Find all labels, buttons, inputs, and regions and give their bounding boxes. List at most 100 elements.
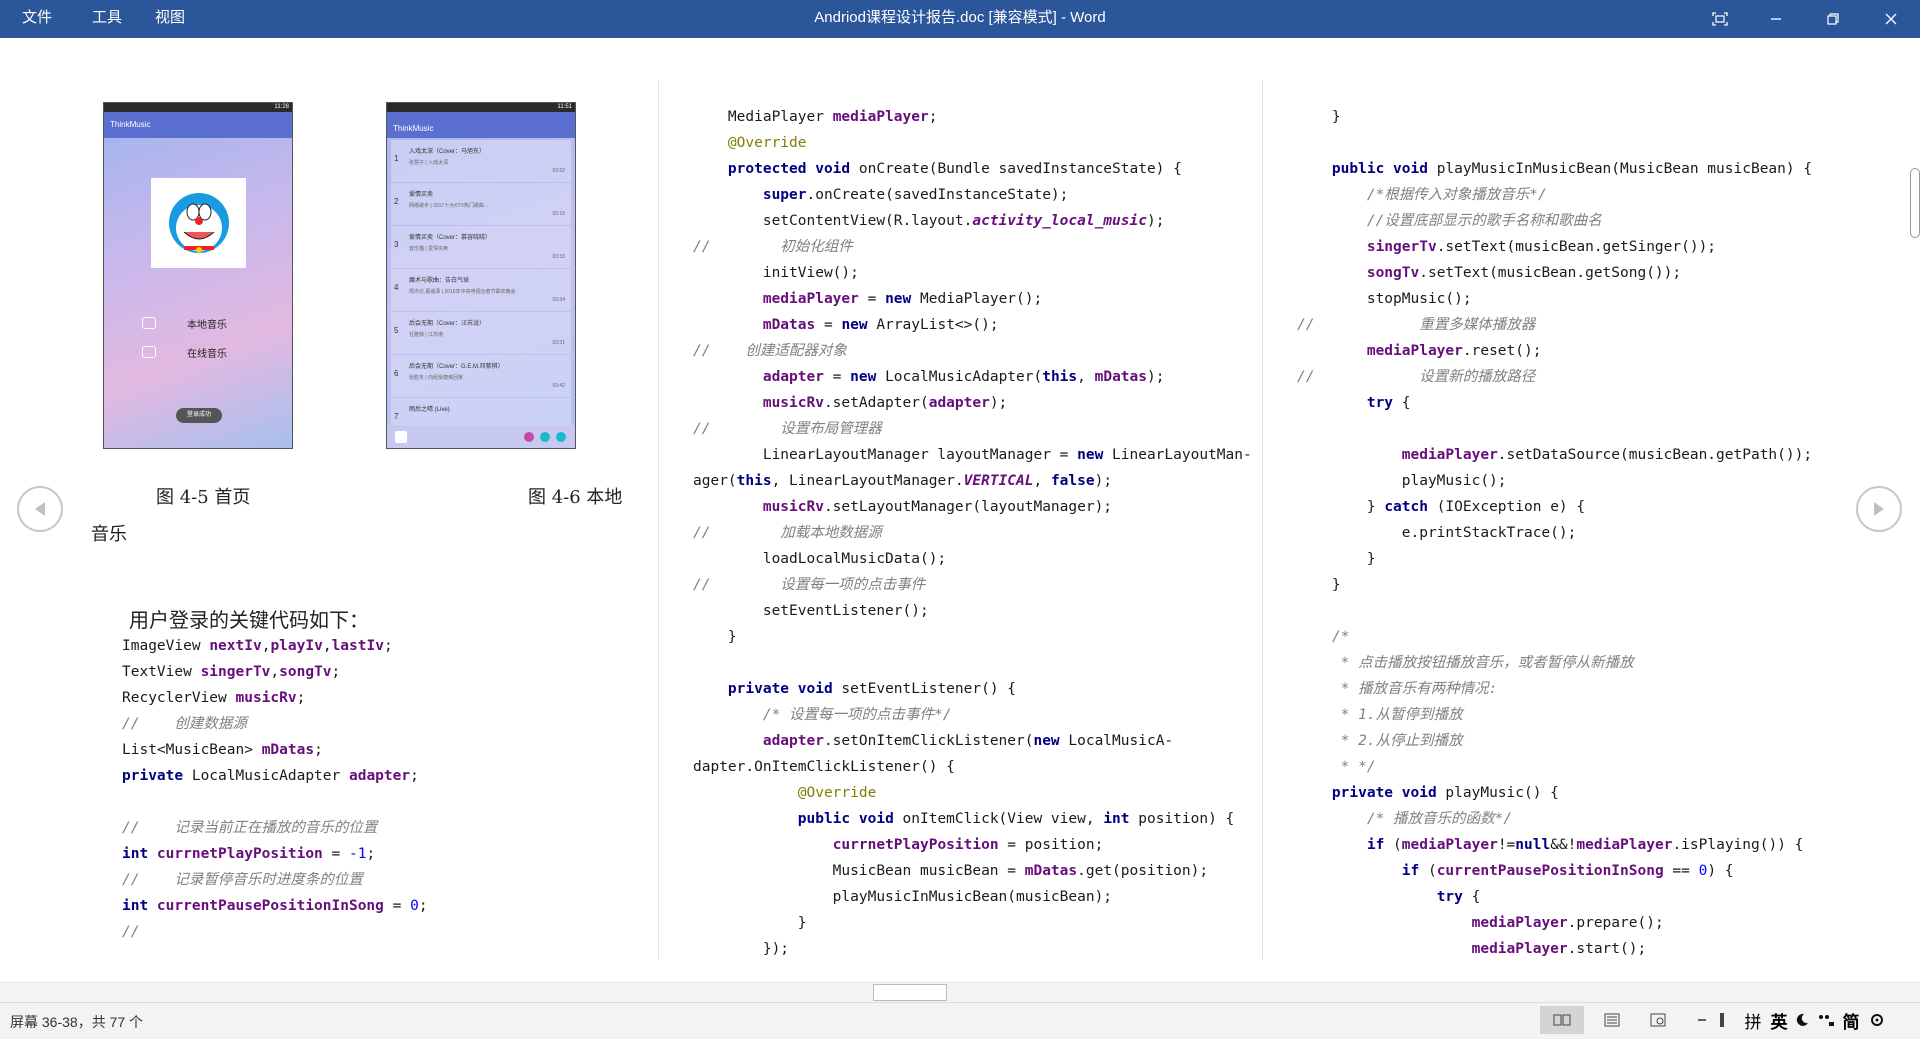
code-token: protected void — [727, 161, 859, 177]
play-icon[interactable] — [540, 432, 550, 442]
previous-page-button[interactable] — [17, 486, 63, 532]
close-button[interactable] — [1868, 0, 1914, 38]
code-line: songTv.setText(musicBean.getSong()); — [1297, 260, 1897, 286]
restore-button[interactable] — [1810, 0, 1856, 38]
menu-file[interactable]: 文件 — [22, 0, 52, 38]
song-row[interactable]: 4 魔术与歌曲：告白气球 周杰伦,蔡威泽 | 2016年中央电视台春节联欢晚会 03:… — [391, 269, 571, 311]
ime-settings-icon[interactable] — [1866, 1006, 1888, 1034]
code-token: playIv — [270, 638, 323, 654]
ime-english[interactable]: 英 — [1768, 1006, 1790, 1034]
code-token: ; — [928, 109, 938, 125]
code-block-right: } public void playMusicInMusicBean(Music… — [1297, 104, 1897, 962]
code-token: mDatas — [261, 742, 315, 758]
code-token: nextIv — [209, 638, 262, 654]
ime-pinyin[interactable]: 拼 — [1742, 1006, 1764, 1034]
code-token: .setLayoutManager(layoutManager); — [823, 499, 1113, 515]
code-token: .start(); — [1567, 941, 1647, 957]
code-line: * 1.从暂停到播放 — [1297, 702, 1897, 728]
print-layout-icon[interactable] — [1592, 1006, 1632, 1034]
code-token: VERTICAL — [963, 473, 1034, 489]
app-toolbar: ThinkMusic — [104, 112, 292, 138]
minimize-button[interactable] — [1753, 0, 1799, 38]
song-row[interactable]: 1 入戏太深（Cover：马旭东） 张慧子 | 入戏太深 03:52 — [391, 140, 571, 182]
code-token: .setText(musicBean.getSong()); — [1419, 265, 1682, 281]
code-line: // 设置每一项的点击事件 — [693, 572, 1253, 598]
code-token: // 初始化组件 — [693, 239, 853, 255]
code-token: != — [1497, 837, 1516, 853]
song-row[interactable]: 6 后会无期（Cover：G.E.M.邓紫棋） 张胜冬 | 向经受磨炼回家 03:42 — [391, 355, 571, 397]
ime-simplified[interactable]: 简 — [1840, 1006, 1862, 1034]
menu-tools[interactable]: 工具 — [92, 0, 122, 38]
code-block-left: ImageView nextIv,playIv,lastIv; TextView … — [122, 633, 642, 945]
code-token: LinearLayoutMan- — [1112, 447, 1252, 463]
code-token: private void — [727, 681, 842, 697]
zoom-slider-thumb[interactable] — [1714, 1006, 1730, 1034]
song-row[interactable]: 3 爱情买卖（Cover：慕容晓晓） 音乐猫 | 爱情买卖 03:33 — [391, 226, 571, 268]
code-token: songTv — [1366, 265, 1420, 281]
code-line: // 重置多媒体播放器 — [1297, 312, 1897, 338]
code-token: singerTv — [1366, 239, 1437, 255]
song-row[interactable]: 2 爱情买卖 网络歌手 | 2017十大KTV热门歌曲… 03:16 — [391, 183, 571, 225]
code-token: = — [322, 846, 349, 862]
code-line: LinearLayoutManager layoutManager = new … — [693, 442, 1253, 468]
horizontal-scroll-thumb[interactable] — [873, 984, 947, 1001]
code-token: super — [762, 187, 807, 203]
code-token: List<MusicBean> — [122, 742, 262, 758]
next-page-button[interactable] — [1856, 486, 1902, 532]
code-line: setContentView(R.layout.activity_local_m… — [693, 208, 1253, 234]
code-token: .setText(musicBean.getSinger()); — [1436, 239, 1717, 255]
code-token: false — [1050, 473, 1095, 489]
code-line: mediaPlayer.reset(); — [1297, 338, 1897, 364]
document-canvas: 11:28 ThinkMusic 本地音乐 在线音乐 登录成功 11:51 Th… — [0, 38, 1920, 982]
zoom-out-icon[interactable] — [1692, 1006, 1712, 1034]
fit-screen-icon[interactable] — [1697, 0, 1743, 38]
song-row[interactable]: 5 后会无期（Cover：汪苏泷） 任雅婧 | 江苏南 03:31 — [391, 312, 571, 354]
code-token: onItemClick(View view, — [902, 811, 1104, 827]
song-duration: 03:31 — [552, 340, 565, 346]
code-token: int — [1103, 811, 1139, 827]
code-line: // 设置布局管理器 — [693, 416, 1253, 442]
menu-view[interactable]: 视图 — [155, 0, 185, 38]
vertical-scrollbar[interactable] — [1910, 168, 1920, 238]
code-token: musicRv — [235, 690, 297, 706]
code-line: private void setEventListener() { — [693, 676, 1253, 702]
code-token: e.printStackTrace(); — [1297, 525, 1577, 541]
song-subtitle: 张胜冬 | 向经受磨炼回家 — [409, 375, 464, 381]
code-token: setEventListener(); — [693, 603, 929, 619]
album-thumb-icon — [395, 431, 407, 443]
horizontal-scrollbar[interactable] — [0, 982, 1920, 1002]
code-line: mediaPlayer = new MediaPlayer(); — [693, 286, 1253, 312]
code-token: private void — [1331, 785, 1446, 801]
code-line: MediaPlayer mediaPlayer; — [693, 104, 1253, 130]
code-token: TextView — [122, 664, 201, 680]
code-line: adapter = new LocalMusicAdapter(this, mD… — [693, 364, 1253, 390]
code-token: } — [1297, 551, 1376, 567]
ime-moon-icon[interactable] — [1792, 1006, 1812, 1034]
code-token: MediaPlayer(); — [920, 291, 1043, 307]
code-token: // 记录暂停音乐时进度条的位置 — [122, 872, 363, 888]
ime-punct-icon[interactable] — [1814, 1006, 1838, 1034]
code-token: this — [1042, 369, 1078, 385]
read-mode-icon[interactable] — [1540, 1006, 1584, 1034]
code-token: this — [736, 473, 772, 489]
code-token: new — [841, 317, 877, 333]
status-bar: 屏幕 36-38，共 77 个 — [0, 1002, 1920, 1039]
code-token: songTv — [279, 664, 332, 680]
next-icon[interactable] — [556, 432, 566, 442]
code-token: &&! — [1550, 837, 1577, 853]
code-token: , LinearLayoutManager. — [771, 473, 964, 489]
code-line: /*根据传入对象播放音乐*/ — [1297, 182, 1897, 208]
prev-icon[interactable] — [524, 432, 534, 442]
code-token: playMusic(); — [1297, 473, 1507, 489]
web-layout-icon[interactable] — [1638, 1006, 1678, 1034]
code-token: mediaPlayer — [832, 109, 929, 125]
page-info: 屏幕 36-38，共 77 个 — [10, 1014, 144, 1030]
code-token: mDatas — [1094, 369, 1147, 385]
